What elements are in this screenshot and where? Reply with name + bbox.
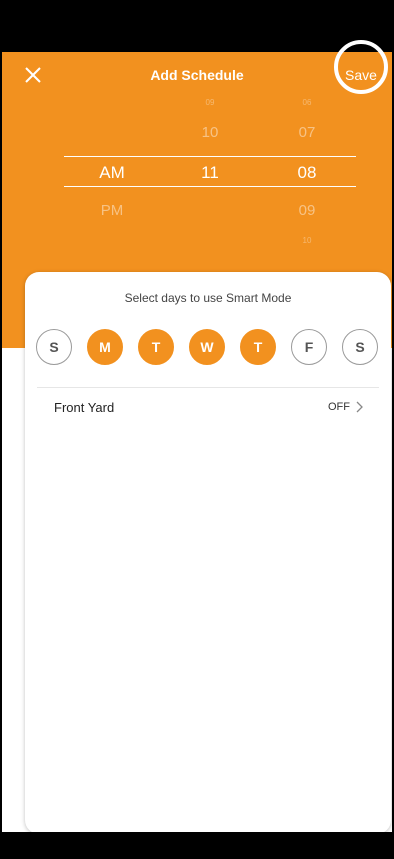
picker-selection-line-top — [64, 156, 356, 157]
time-picker[interactable]: AM PM 09 10 11 06 07 08 09 10 — [2, 98, 392, 248]
status-bar — [0, 0, 394, 52]
schedule-card: Select days to use Smart Mode S M T W T … — [25, 272, 391, 834]
day-selector: S M T W T F S — [36, 329, 380, 367]
minute-option[interactable]: 09 — [299, 202, 316, 219]
day-toggle-saturday[interactable]: S — [342, 329, 378, 365]
minute-selected[interactable]: 08 — [298, 163, 317, 183]
zone-status: OFF — [328, 401, 350, 413]
day-toggle-tuesday[interactable]: T — [138, 329, 174, 365]
minute-option[interactable]: 07 — [299, 124, 316, 141]
app-header: Add Schedule Save — [2, 52, 392, 98]
period-selected[interactable]: AM — [99, 163, 125, 183]
day-toggle-sunday[interactable]: S — [36, 329, 72, 365]
navigation-bar — [0, 832, 394, 859]
zone-name: Front Yard — [54, 400, 115, 415]
day-toggle-monday[interactable]: M — [87, 329, 123, 365]
minute-option[interactable]: 10 — [303, 236, 312, 245]
period-option[interactable]: PM — [101, 202, 124, 219]
day-toggle-thursday[interactable]: T — [240, 329, 276, 365]
zone-row-front-yard[interactable]: Front Yard OFF — [37, 392, 379, 424]
days-label: Select days to use Smart Mode — [124, 291, 292, 305]
day-toggle-wednesday[interactable]: W — [189, 329, 225, 365]
day-toggle-friday[interactable]: F — [291, 329, 327, 365]
divider — [37, 387, 379, 388]
save-highlight-circle — [334, 40, 388, 94]
picker-selection-line-bottom — [64, 186, 356, 187]
minute-option[interactable]: 06 — [303, 98, 312, 107]
chevron-right-icon — [356, 401, 363, 413]
hour-option[interactable]: 10 — [202, 124, 219, 141]
hour-selected[interactable]: 11 — [201, 163, 219, 183]
hour-option[interactable]: 09 — [206, 98, 215, 107]
